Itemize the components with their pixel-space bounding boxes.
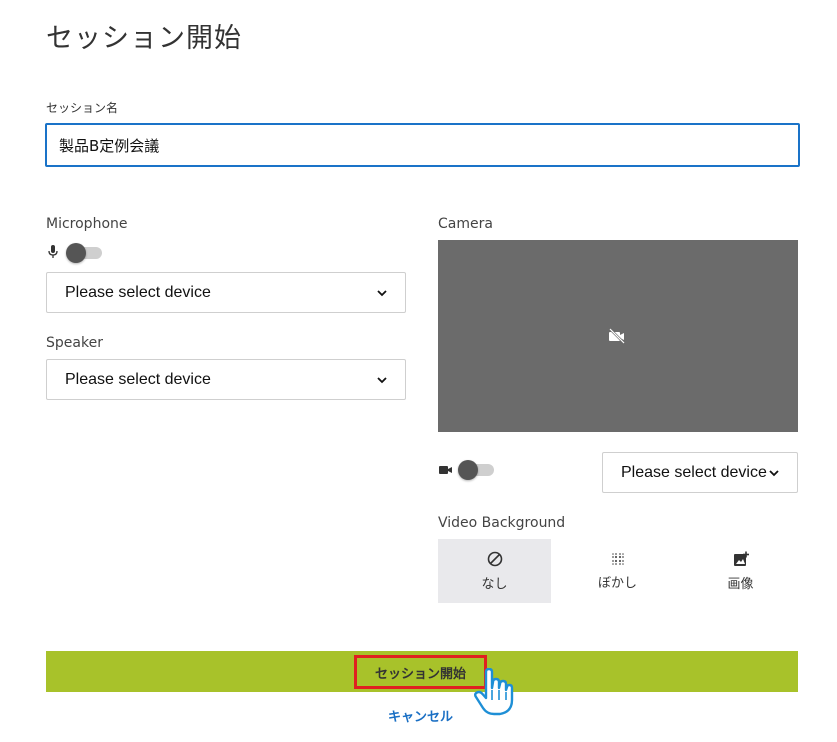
chevron-down-icon <box>769 469 779 476</box>
bg-option-blur[interactable]: ぼかし <box>561 539 674 603</box>
toggle-knob <box>458 460 478 480</box>
speaker-device-value: Please select device <box>65 370 211 388</box>
toggle-knob <box>66 243 86 263</box>
video-camera-icon <box>439 466 452 474</box>
bg-option-label: 画像 <box>727 576 754 592</box>
video-background-label: Video Background <box>438 515 566 531</box>
camera-toggle[interactable] <box>458 460 496 480</box>
bg-option-none[interactable]: なし <box>438 539 551 603</box>
camera-label: Camera <box>438 216 493 232</box>
session-name-input[interactable] <box>45 123 800 167</box>
microphone-device-value: Please select device <box>65 283 211 301</box>
speaker-label: Speaker <box>46 335 103 351</box>
camera-preview <box>438 240 798 432</box>
microphone-label: Microphone <box>46 216 128 232</box>
hand-pointer-cursor-icon <box>474 668 514 716</box>
page-title: セッション開始 <box>46 23 242 54</box>
camera-device-select[interactable]: Please select device <box>602 452 798 493</box>
none-icon <box>487 551 502 566</box>
chevron-down-icon <box>377 376 387 383</box>
bg-option-label: ぼかし <box>597 575 637 591</box>
speaker-device-select[interactable]: Please select device <box>46 359 406 400</box>
bg-option-label: なし <box>481 576 508 592</box>
microphone-icon <box>48 245 58 258</box>
start-session-button[interactable]: セッション開始 <box>354 655 487 689</box>
cancel-link[interactable]: キャンセル <box>388 706 453 725</box>
add-image-icon <box>733 551 749 566</box>
camera-device-value: Please select device <box>621 463 767 481</box>
bg-option-image[interactable]: 画像 <box>684 539 797 603</box>
microphone-device-select[interactable]: Please select device <box>46 272 406 313</box>
session-name-label: セッション名 <box>46 101 119 115</box>
blur-icon <box>611 552 624 565</box>
chevron-down-icon <box>377 289 387 296</box>
microphone-toggle[interactable] <box>66 243 104 263</box>
camera-off-icon <box>609 328 625 344</box>
